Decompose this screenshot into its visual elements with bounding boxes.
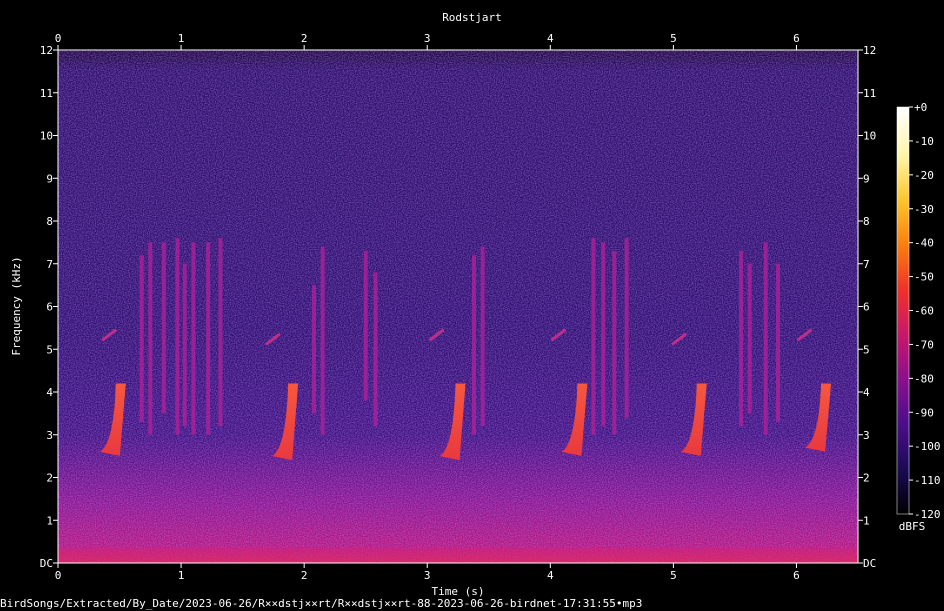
- y-tick-label-right: 2: [863, 472, 870, 485]
- click-mark: [612, 250, 617, 435]
- click-mark: [312, 285, 316, 414]
- colorbar-label: dBFS: [899, 520, 926, 533]
- y-tick-label-right: 3: [863, 429, 870, 442]
- y-tick-label-right: 12: [863, 44, 876, 57]
- x-tick-label: 4: [547, 569, 554, 582]
- x-tick-label-top: 3: [424, 32, 431, 45]
- x-tick-label-top: 4: [547, 32, 554, 45]
- click-mark: [320, 246, 325, 435]
- y-tick-label-right: 11: [863, 87, 876, 100]
- y-tick-label: 8: [46, 215, 53, 228]
- colorbar-tick-label: -90: [914, 406, 934, 419]
- y-tick-label-right: 4: [863, 386, 870, 399]
- y-tick-label: 5: [46, 343, 53, 356]
- y-tick-label: 12: [40, 44, 53, 57]
- colorbar-tick-label: -40: [914, 237, 934, 250]
- x-tick-label: 2: [301, 569, 308, 582]
- click-mark: [591, 238, 596, 435]
- click-mark: [472, 255, 476, 435]
- y-tick-label-right: DC: [863, 557, 876, 570]
- y-tick-label: DC: [40, 557, 53, 570]
- colorbar-tick-label: -50: [914, 271, 934, 284]
- y-tick-label-right: 7: [863, 258, 870, 271]
- x-tick-label-top: 1: [178, 32, 185, 45]
- colorbar-tick-label: -60: [914, 305, 934, 318]
- y-tick-label: 2: [46, 472, 53, 485]
- colorbar-tick-label: -100: [914, 440, 941, 453]
- x-tick-label: 5: [670, 569, 677, 582]
- y-tick-label: 6: [46, 301, 53, 314]
- click-mark: [373, 272, 378, 427]
- file-path: BirdSongs/Extracted/By_Date/2023-06-26/R…: [0, 597, 643, 610]
- colorbar: [896, 106, 910, 515]
- x-tick-label: 0: [55, 569, 62, 582]
- x-tick-label: 6: [793, 569, 800, 582]
- x-tick-label-top: 6: [793, 32, 800, 45]
- x-tick-label-top: 5: [670, 32, 677, 45]
- click-mark: [763, 242, 768, 435]
- click-mark: [161, 242, 166, 414]
- colorbar-tick-label: -80: [914, 372, 934, 385]
- click-mark: [191, 242, 196, 435]
- click-mark: [175, 238, 180, 435]
- x-tick-label-top: 0: [55, 32, 62, 45]
- y-tick-label: 3: [46, 429, 53, 442]
- click-mark: [624, 238, 629, 418]
- click-mark: [601, 242, 606, 427]
- click-mark: [363, 250, 368, 401]
- x-tick-label: 3: [424, 569, 431, 582]
- click-mark: [747, 263, 752, 414]
- spectrogram-area: [58, 50, 858, 563]
- click-mark: [139, 255, 144, 422]
- y-axis-label: Frequency (kHz): [10, 256, 23, 355]
- colorbar-tick-label: -110: [914, 474, 941, 487]
- y-tick-label: 7: [46, 258, 53, 271]
- colorbar-ticks: +0-10-20-30-40-50-60-70-80-90-100-110-12…: [909, 101, 941, 521]
- click-mark: [148, 242, 153, 435]
- y-tick-label-right: 8: [863, 215, 870, 228]
- y-tick-label-right: 6: [863, 301, 870, 314]
- colorbar-tick-label: -30: [914, 203, 934, 216]
- click-mark: [218, 238, 223, 427]
- y-tick-label: 11: [40, 87, 53, 100]
- y-tick-label-right: 1: [863, 514, 870, 527]
- chart-title: Rodstjart: [442, 11, 502, 24]
- colorbar-tick-label: -10: [914, 135, 934, 148]
- click-mark: [739, 250, 744, 427]
- click-mark: [182, 263, 187, 427]
- colorbar-tick-label: +0: [914, 101, 927, 114]
- colorbar-tick-label: -20: [914, 169, 934, 182]
- colorbar-tick-label: -70: [914, 338, 934, 351]
- x-tick-label-top: 2: [301, 32, 308, 45]
- y-tick-label-right: 10: [863, 130, 876, 143]
- click-mark: [776, 263, 780, 422]
- y-tick-label-right: 5: [863, 343, 870, 356]
- y-tick-label: 9: [46, 172, 53, 185]
- y-tick-label: 10: [40, 130, 53, 143]
- spectrogram-chart: Rodstjart Time (s) Frequency (kHz) 00112…: [10, 11, 941, 598]
- click-mark: [480, 246, 485, 427]
- low-frequency-band: [58, 548, 858, 563]
- y-tick-label: 1: [46, 514, 53, 527]
- y-tick-label-right: 9: [863, 172, 870, 185]
- x-tick-label: 1: [178, 569, 185, 582]
- y-tick-label: 4: [46, 386, 53, 399]
- click-mark: [206, 242, 211, 435]
